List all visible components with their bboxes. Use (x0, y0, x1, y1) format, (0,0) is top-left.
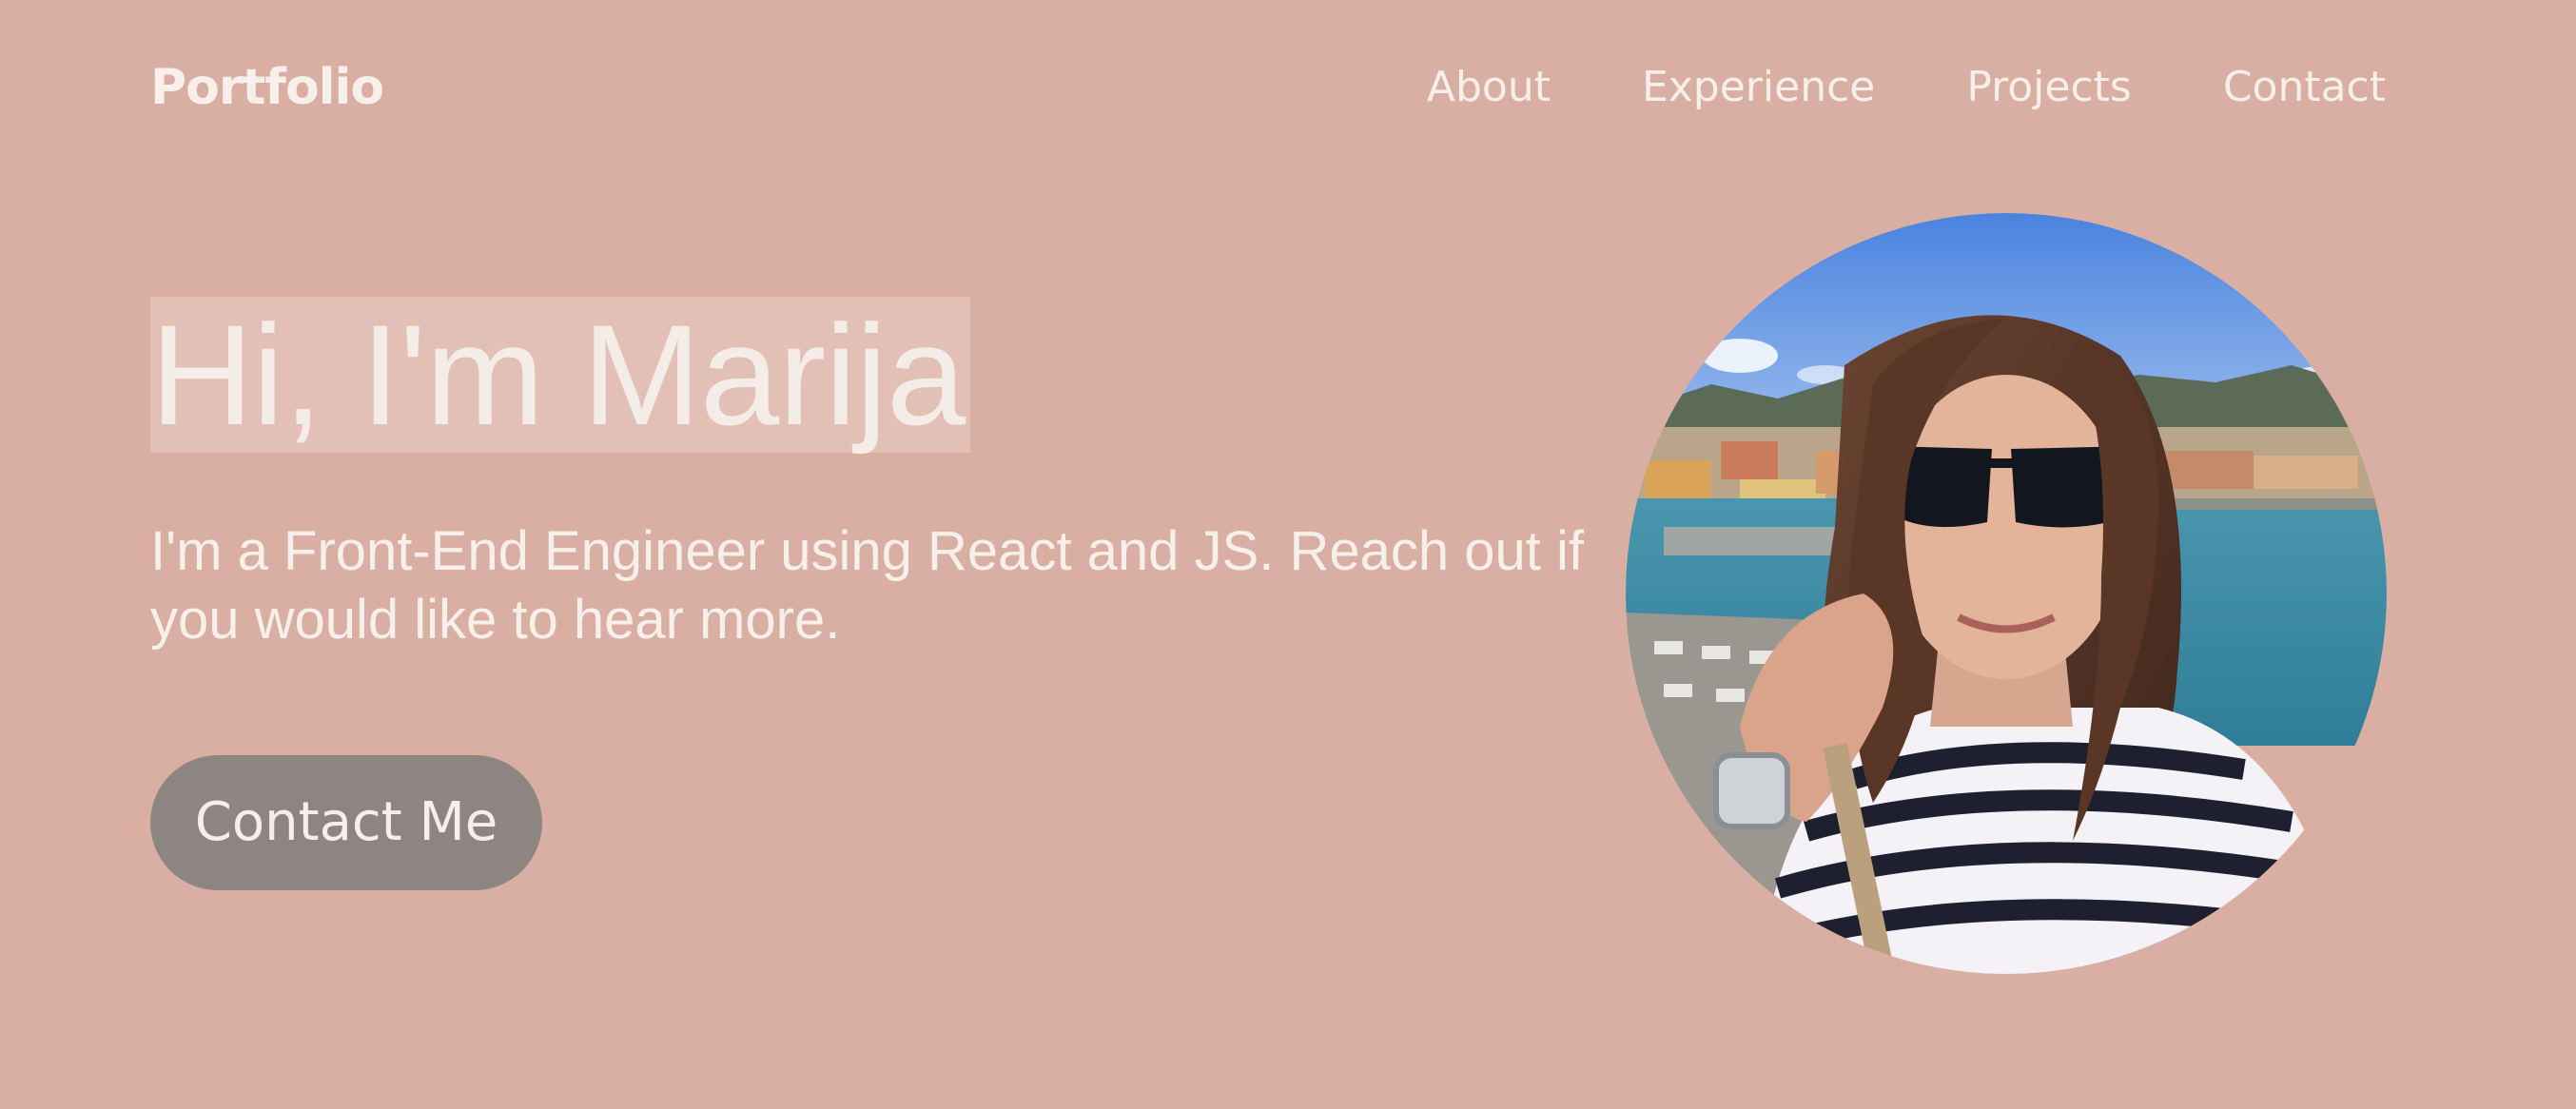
nav-projects[interactable]: Projects (1966, 49, 2131, 126)
hero-title: Hi, I'm Marija (150, 295, 966, 455)
site-header: Portfolio About Experience Projects Cont… (150, 49, 2386, 126)
hero-subtitle: I'm a Front-End Engineer using React and… (150, 520, 1584, 651)
hero-title-highlight: Hi, I'm Marija (150, 295, 971, 455)
profile-photo (1626, 213, 2387, 974)
contact-me-button[interactable]: Contact Me (150, 755, 542, 890)
logo[interactable]: Portfolio (150, 49, 384, 126)
nav-about[interactable]: About (1427, 49, 1551, 126)
main-nav: About Experience Projects Contact (1427, 49, 2386, 126)
nav-experience[interactable]: Experience (1642, 49, 1875, 126)
nav-contact[interactable]: Contact (2223, 49, 2386, 126)
avatar (1626, 213, 2387, 974)
